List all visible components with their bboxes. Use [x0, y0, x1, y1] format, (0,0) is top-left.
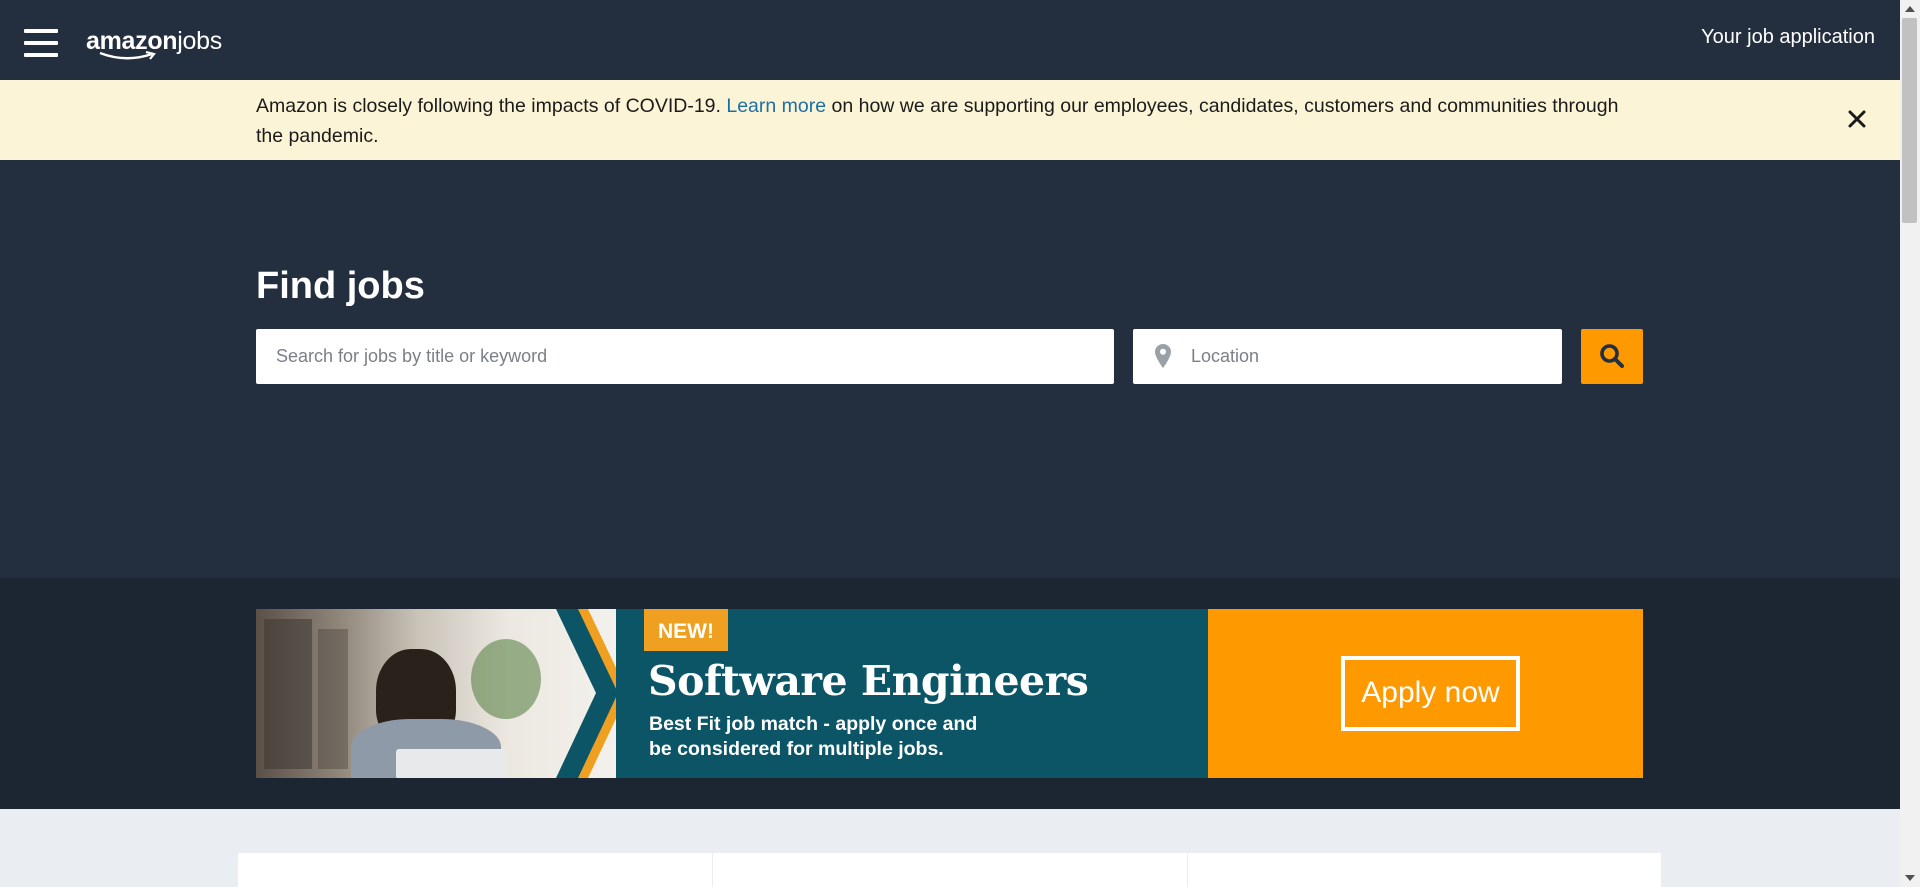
keyword-search-input[interactable] — [256, 329, 1076, 384]
covid-text-before: Amazon is closely following the impacts … — [256, 95, 727, 117]
promo-orange-panel: Apply now — [1208, 609, 1643, 778]
promo-title: Software Engineers — [648, 657, 1089, 705]
covid-notice-text: Amazon is closely following the impacts … — [256, 91, 1636, 151]
search-icon — [1600, 344, 1624, 368]
card[interactable] — [238, 853, 712, 887]
amazon-jobs-logo[interactable]: amazonjobs — [86, 27, 222, 60]
search-button[interactable] — [1581, 329, 1643, 384]
keyword-search-box — [256, 329, 1114, 384]
top-navigation-bar: amazonjobs Your job application — [0, 0, 1900, 80]
scroll-down-arrow-icon[interactable] — [1900, 869, 1920, 887]
promo-subtitle: Best Fit job match - apply once and be c… — [649, 712, 1049, 762]
scroll-thumb[interactable] — [1902, 18, 1917, 223]
page-title: Find jobs — [256, 265, 425, 307]
close-icon[interactable] — [1846, 108, 1868, 130]
logo-sub: jobs — [177, 27, 222, 55]
promo-subtitle-line1: Best Fit job match - apply once and — [649, 713, 978, 735]
location-input[interactable] — [1191, 329, 1551, 384]
scroll-up-arrow-icon[interactable] — [1900, 0, 1920, 18]
page-scrollbar[interactable] — [1900, 0, 1920, 887]
card[interactable] — [1188, 853, 1661, 887]
card[interactable] — [713, 853, 1187, 887]
covid-notice-banner: Amazon is closely following the impacts … — [0, 80, 1900, 160]
promo-subtitle-line2: be considered for multiple jobs. — [649, 738, 944, 760]
map-pin-icon — [1155, 344, 1171, 368]
new-badge: NEW! — [644, 609, 728, 651]
location-search-box — [1133, 329, 1562, 384]
logo-smile-icon — [99, 51, 156, 60]
apply-now-button[interactable]: Apply now — [1341, 656, 1520, 731]
your-job-application-link[interactable]: Your job application — [1701, 26, 1875, 49]
learn-more-link[interactable]: Learn more — [726, 95, 826, 117]
hamburger-menu-icon[interactable] — [24, 29, 58, 57]
software-engineers-promo-banner[interactable]: NEW! Software Engineers Best Fit job mat… — [256, 609, 1643, 778]
